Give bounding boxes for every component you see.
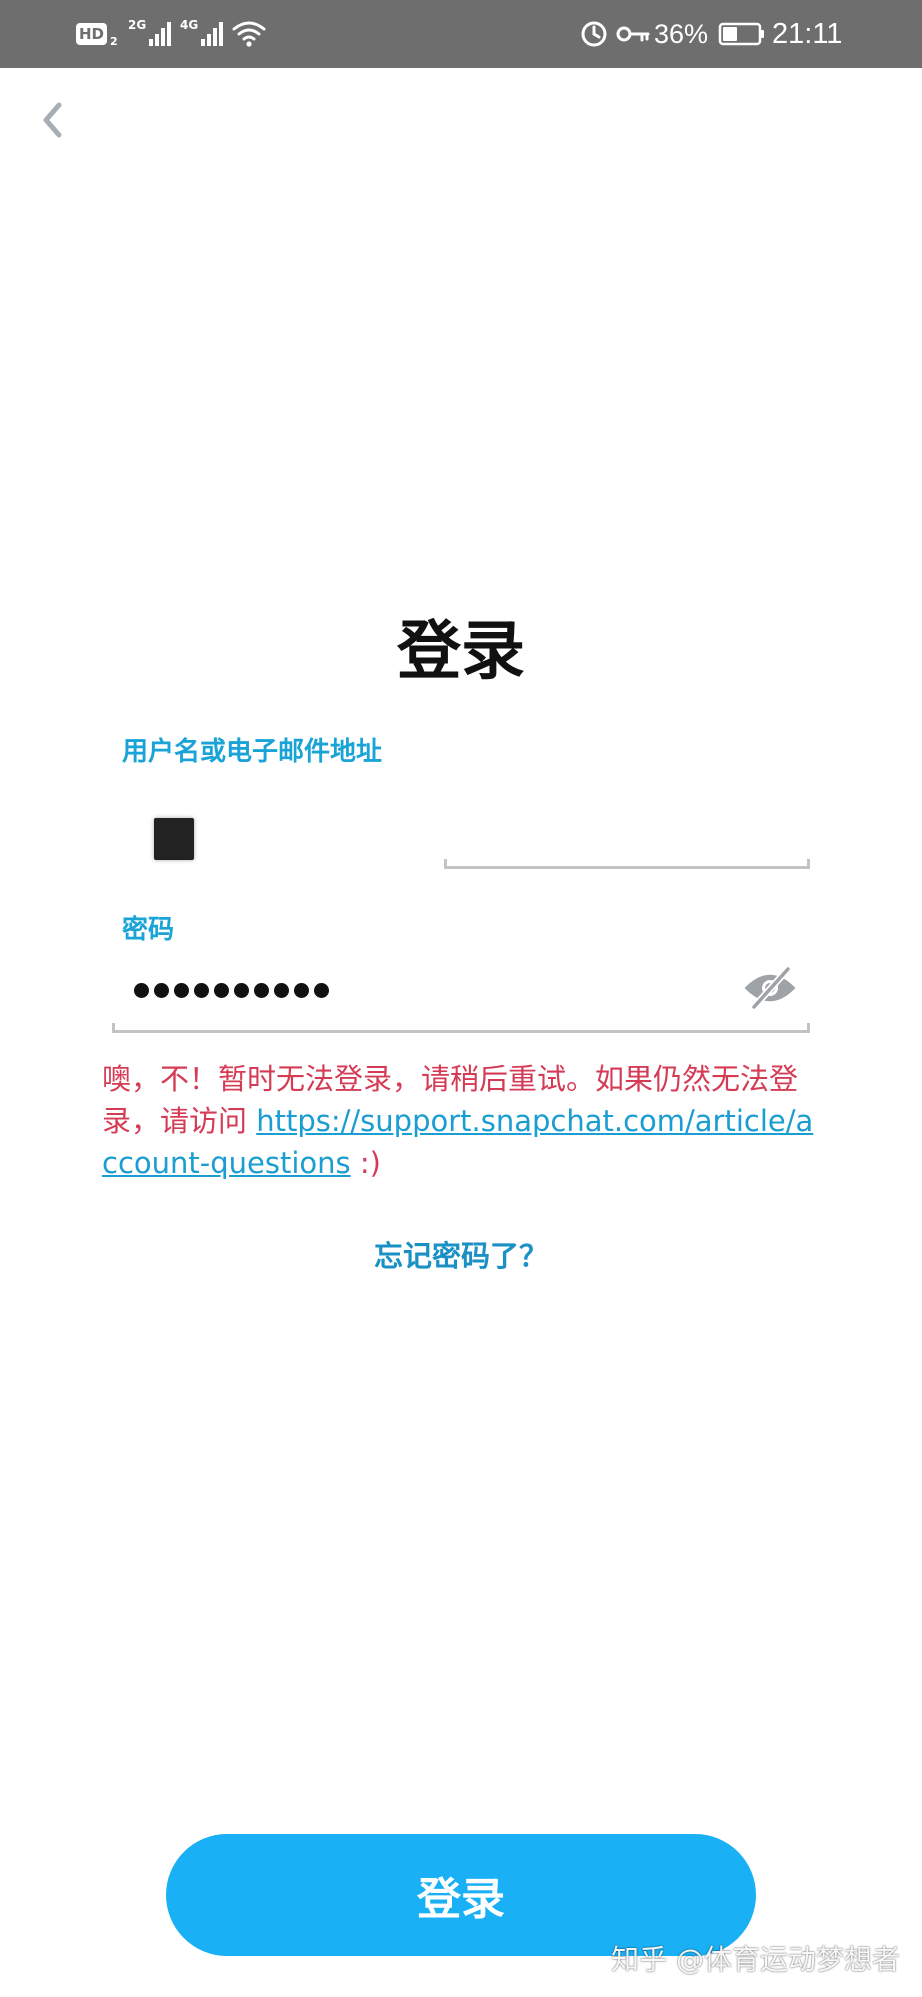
username-label: 用户名或电子邮件地址: [122, 737, 383, 767]
page-title: 登录: [397, 615, 525, 689]
battery-icon: [718, 0, 766, 68]
password-mask-dot: [154, 982, 169, 998]
toggle-password-visibility-button[interactable]: [738, 960, 802, 1016]
password-label: 密码: [122, 915, 175, 945]
signal-bars-icon: [201, 22, 224, 46]
username-input[interactable]: [154, 818, 194, 860]
login-button[interactable]: 登录: [166, 1834, 756, 1956]
watermark: 知乎 @体育运动梦想者: [611, 1943, 900, 1976]
signal-2g-indicator: 2G: [128, 0, 174, 68]
chevron-left-icon: [43, 102, 62, 138]
password-input[interactable]: [134, 968, 329, 1012]
signal-bars-icon: [149, 22, 172, 46]
hd-voice-indicator: HD 2: [76, 0, 118, 68]
clock-time: 21:11: [772, 17, 843, 50]
error-suffix: :): [350, 1146, 381, 1180]
password-mask-dot: [194, 982, 209, 998]
password-mask-dot: [214, 982, 229, 998]
login-error-message: 噢，不！暂时无法登录，请稍后重试。如果仍然无法登录，请访问 https://su…: [102, 1058, 822, 1184]
hd-label: HD: [76, 23, 108, 45]
password-mask-dot: [274, 982, 289, 998]
network-type-1: 2G: [128, 18, 147, 32]
password-mask-dot: [134, 982, 149, 998]
password-mask-dot: [234, 982, 249, 998]
back-button[interactable]: [30, 94, 74, 146]
password-underline: [112, 1023, 810, 1033]
username-underline: [444, 859, 810, 869]
eye-off-icon: [744, 965, 796, 1011]
battery-percent: 36%: [654, 18, 709, 49]
network-type-2: 4G: [180, 18, 199, 32]
wifi-icon: [232, 0, 266, 68]
password-mask-dot: [314, 982, 329, 998]
password-mask-dot: [174, 982, 189, 998]
status-bar: HD 2 2G 4G 36% 21:11: [0, 0, 922, 68]
password-mask-dot: [254, 982, 269, 998]
alarm-clock-icon: [580, 0, 608, 68]
password-mask-dot: [294, 982, 309, 998]
key-icon: [616, 0, 650, 68]
signal-4g-indicator: 4G: [180, 0, 226, 68]
hd-sim-number: 2: [110, 35, 118, 48]
forgot-password-link[interactable]: 忘记密码了？: [0, 1236, 922, 1276]
